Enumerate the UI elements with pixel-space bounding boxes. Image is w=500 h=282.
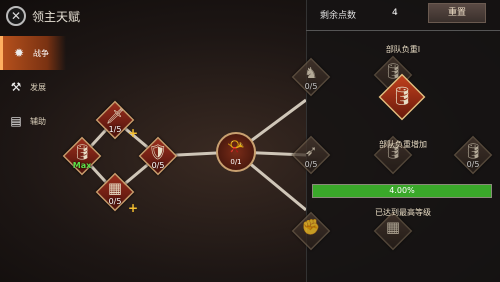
talent-level: 0/1: [230, 158, 242, 166]
talent-level: 0/5: [304, 82, 318, 91]
horn-icon: 📯: [227, 139, 245, 155]
sidebar: ✹ 战争 ⚒ 发展 ▤ 辅助: [0, 36, 66, 138]
barrels-icon: 🛢: [72, 143, 92, 161]
talent-level: Max: [72, 161, 92, 170]
war-icon: ✹: [13, 46, 25, 60]
scroll-icon: ▤: [10, 114, 22, 128]
talent-level: 0/5: [304, 160, 318, 169]
hammer-icon: ⚒: [10, 80, 22, 94]
barrels-icon: 🛢: [390, 86, 414, 107]
sidebar-item-development[interactable]: ⚒ 发展: [0, 70, 66, 104]
talent-progress-bar: 4.00%: [312, 184, 492, 198]
talent-effect-label: 部队负重增加: [379, 140, 427, 149]
talent-node-barrels[interactable]: 🛢 Max: [62, 136, 102, 176]
remaining-points-label: 剩余点数: [320, 11, 357, 21]
talent-detail-title: 部队负重I: [385, 45, 421, 54]
panel-divider: [306, 30, 500, 40]
talent-level: 0/5: [466, 160, 480, 169]
shield-icon: 🛡: [148, 143, 168, 161]
talent-node-shield[interactable]: 🛡 0/5: [138, 136, 178, 176]
reset-button[interactable]: 重置: [428, 3, 486, 23]
fist-icon: ✊: [301, 218, 321, 236]
selected-talent-icon: 🛢: [378, 73, 426, 121]
max-level-text: 已达到最高等级: [375, 208, 431, 217]
talent-node-horse[interactable]: ♞ 0/5: [291, 57, 331, 97]
sword-icon: 🗡: [105, 107, 125, 125]
talent-level: 0/5: [151, 161, 165, 170]
add-point-icon[interactable]: +: [128, 202, 138, 214]
remaining-points-value: 4: [392, 8, 398, 18]
sidebar-item-label: 战争: [33, 48, 49, 58]
page-title: 领主天赋: [32, 10, 81, 24]
horse-icon: ♞: [304, 64, 318, 82]
sidebar-item-label: 发展: [30, 82, 46, 92]
crate-icon: ▦: [107, 179, 123, 197]
add-point-icon[interactable]: +: [128, 127, 138, 139]
sidebar-item-support[interactable]: ▤ 辅助: [0, 104, 66, 138]
sidebar-item-war[interactable]: ✹ 战争: [0, 36, 66, 70]
crate-icon: ▦: [385, 218, 401, 236]
progress-text: 4.00%: [389, 186, 415, 195]
talent-node-horn[interactable]: 📯 0/1: [216, 132, 256, 172]
close-icon[interactable]: ✕: [6, 6, 26, 26]
sidebar-item-label: 辅助: [30, 116, 46, 126]
